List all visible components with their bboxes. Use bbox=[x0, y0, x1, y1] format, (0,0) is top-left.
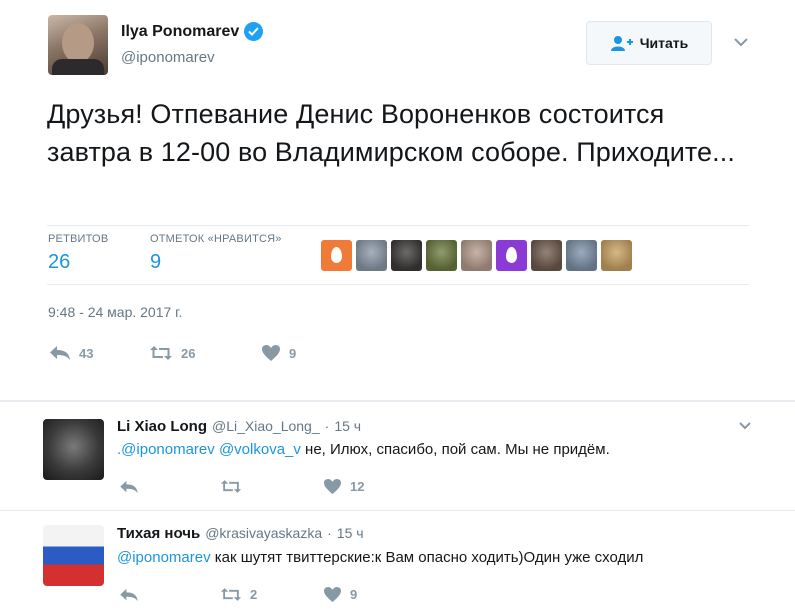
reply-tweet[interactable]: Тихая ночь @krasivayaskazka · 15 ч @ipon… bbox=[0, 511, 795, 616]
author-name-row[interactable]: Ilya Ponomarev bbox=[121, 22, 264, 41]
mention-link[interactable]: @volkova_v bbox=[219, 441, 301, 458]
mention-link[interactable]: .@iponomarev bbox=[117, 441, 215, 458]
reply-avatar[interactable] bbox=[43, 525, 104, 586]
like-button[interactable]: 9 bbox=[323, 586, 357, 603]
reply-icon bbox=[120, 588, 138, 601]
reply-tweet[interactable]: Li Xiao Long @Li_Xiao_Long_ · 15 ч .@ipo… bbox=[0, 402, 795, 510]
mention-link[interactable]: @iponomarev bbox=[117, 549, 211, 566]
reply-avatar[interactable] bbox=[43, 419, 104, 480]
retweets-label: РЕТВИТОВ bbox=[48, 233, 109, 245]
retweet-button[interactable] bbox=[220, 479, 323, 494]
reply-button[interactable] bbox=[119, 588, 220, 602]
tweet-timestamp[interactable]: 9:48 - 24 мар. 2017 г. bbox=[48, 304, 182, 320]
like-count: 9 bbox=[289, 345, 297, 361]
reply-header: Li Xiao Long @Li_Xiao_Long_ · 15 ч bbox=[117, 418, 361, 435]
like-count: 9 bbox=[350, 587, 358, 602]
retweet-icon bbox=[150, 346, 172, 360]
likes-label: ОТМЕТОК «НРАВИТСЯ» bbox=[150, 233, 282, 245]
likers-avatars bbox=[321, 240, 632, 271]
liker-avatar[interactable] bbox=[321, 240, 352, 271]
follow-button[interactable]: Читать bbox=[586, 21, 712, 65]
retweet-count: 2 bbox=[250, 587, 258, 602]
retweet-button[interactable]: 26 bbox=[149, 345, 261, 361]
divider bbox=[47, 284, 749, 285]
chevron-down-icon[interactable] bbox=[738, 420, 752, 432]
retweet-icon bbox=[220, 588, 242, 601]
reply-text: .@iponomarev @volkova_v не, Илюх, спасиб… bbox=[117, 441, 610, 458]
liker-avatar[interactable] bbox=[356, 240, 387, 271]
like-button[interactable]: 12 bbox=[323, 478, 364, 495]
retweets-count: 26 bbox=[48, 251, 71, 273]
tweet-text: Друзья! Отпевание Денис Вороненков состо… bbox=[47, 99, 735, 167]
reply-author-handle[interactable]: @krasivayaskazka bbox=[205, 525, 322, 541]
heart-icon bbox=[262, 345, 280, 361]
reply-body: как шутят твиттерские:к Вам опасно ходит… bbox=[210, 549, 644, 566]
liker-avatar[interactable] bbox=[496, 240, 527, 271]
reply-time[interactable]: 15 ч bbox=[337, 525, 364, 541]
avatar-suit bbox=[52, 59, 104, 75]
liker-avatar[interactable] bbox=[461, 240, 492, 271]
reply-actions: 2 9 bbox=[119, 586, 357, 603]
liker-avatar[interactable] bbox=[566, 240, 597, 271]
heart-icon bbox=[324, 586, 341, 603]
reply-button[interactable]: 43 bbox=[49, 345, 149, 361]
follow-button-label: Читать bbox=[639, 35, 689, 51]
reply-author-name[interactable]: Li Xiao Long bbox=[117, 418, 207, 435]
reply-author-handle[interactable]: @Li_Xiao_Long_ bbox=[212, 418, 320, 434]
reply-actions: 12 bbox=[119, 478, 364, 495]
heart-icon bbox=[324, 478, 341, 495]
add-user-icon bbox=[610, 36, 633, 51]
divider bbox=[47, 225, 749, 226]
reply-header: Тихая ночь @krasivayaskazka · 15 ч bbox=[117, 525, 364, 542]
retweets-stat[interactable]: РЕТВИТОВ 26 bbox=[48, 233, 108, 274]
reply-text: @iponomarev как шутят твиттерские:к Вам … bbox=[117, 549, 643, 566]
author-name[interactable]: Ilya Ponomarev bbox=[121, 23, 239, 41]
separator-dot: · bbox=[327, 525, 332, 541]
tweet-actions: 43 26 9 bbox=[49, 344, 296, 362]
reply-author-name[interactable]: Тихая ночь bbox=[117, 525, 200, 542]
reply-button[interactable] bbox=[119, 480, 220, 494]
retweet-icon bbox=[220, 480, 242, 493]
liker-avatar[interactable] bbox=[391, 240, 422, 271]
like-button[interactable]: 9 bbox=[261, 344, 296, 362]
avatar-face bbox=[62, 23, 94, 63]
reply-icon bbox=[50, 346, 70, 360]
likes-stat[interactable]: ОТМЕТОК «НРАВИТСЯ» 9 bbox=[150, 233, 282, 274]
reply-icon bbox=[120, 480, 138, 493]
reply-time[interactable]: 15 ч bbox=[334, 418, 361, 434]
default-egg-icon bbox=[506, 247, 517, 263]
liker-avatar[interactable] bbox=[601, 240, 632, 271]
verified-badge-icon bbox=[244, 22, 264, 41]
reply-count: 43 bbox=[79, 345, 94, 361]
default-egg-icon bbox=[331, 247, 342, 263]
reply-body: не, Илюх, спасибо, пой сам. Мы не придём… bbox=[300, 441, 610, 458]
like-count: 12 bbox=[350, 479, 365, 494]
author-handle[interactable]: @iponomarev bbox=[121, 49, 215, 66]
author-avatar[interactable] bbox=[48, 15, 108, 75]
separator-dot: · bbox=[324, 418, 330, 434]
liker-avatar[interactable] bbox=[426, 240, 457, 271]
tweet-detail: Ilya Ponomarev @iponomarev Читать Друзья… bbox=[0, 0, 795, 400]
retweet-count: 26 bbox=[181, 345, 196, 361]
liker-avatar[interactable] bbox=[531, 240, 562, 271]
likes-count: 9 bbox=[150, 251, 162, 273]
retweet-button[interactable]: 2 bbox=[220, 587, 323, 602]
chevron-down-icon[interactable] bbox=[733, 35, 749, 49]
